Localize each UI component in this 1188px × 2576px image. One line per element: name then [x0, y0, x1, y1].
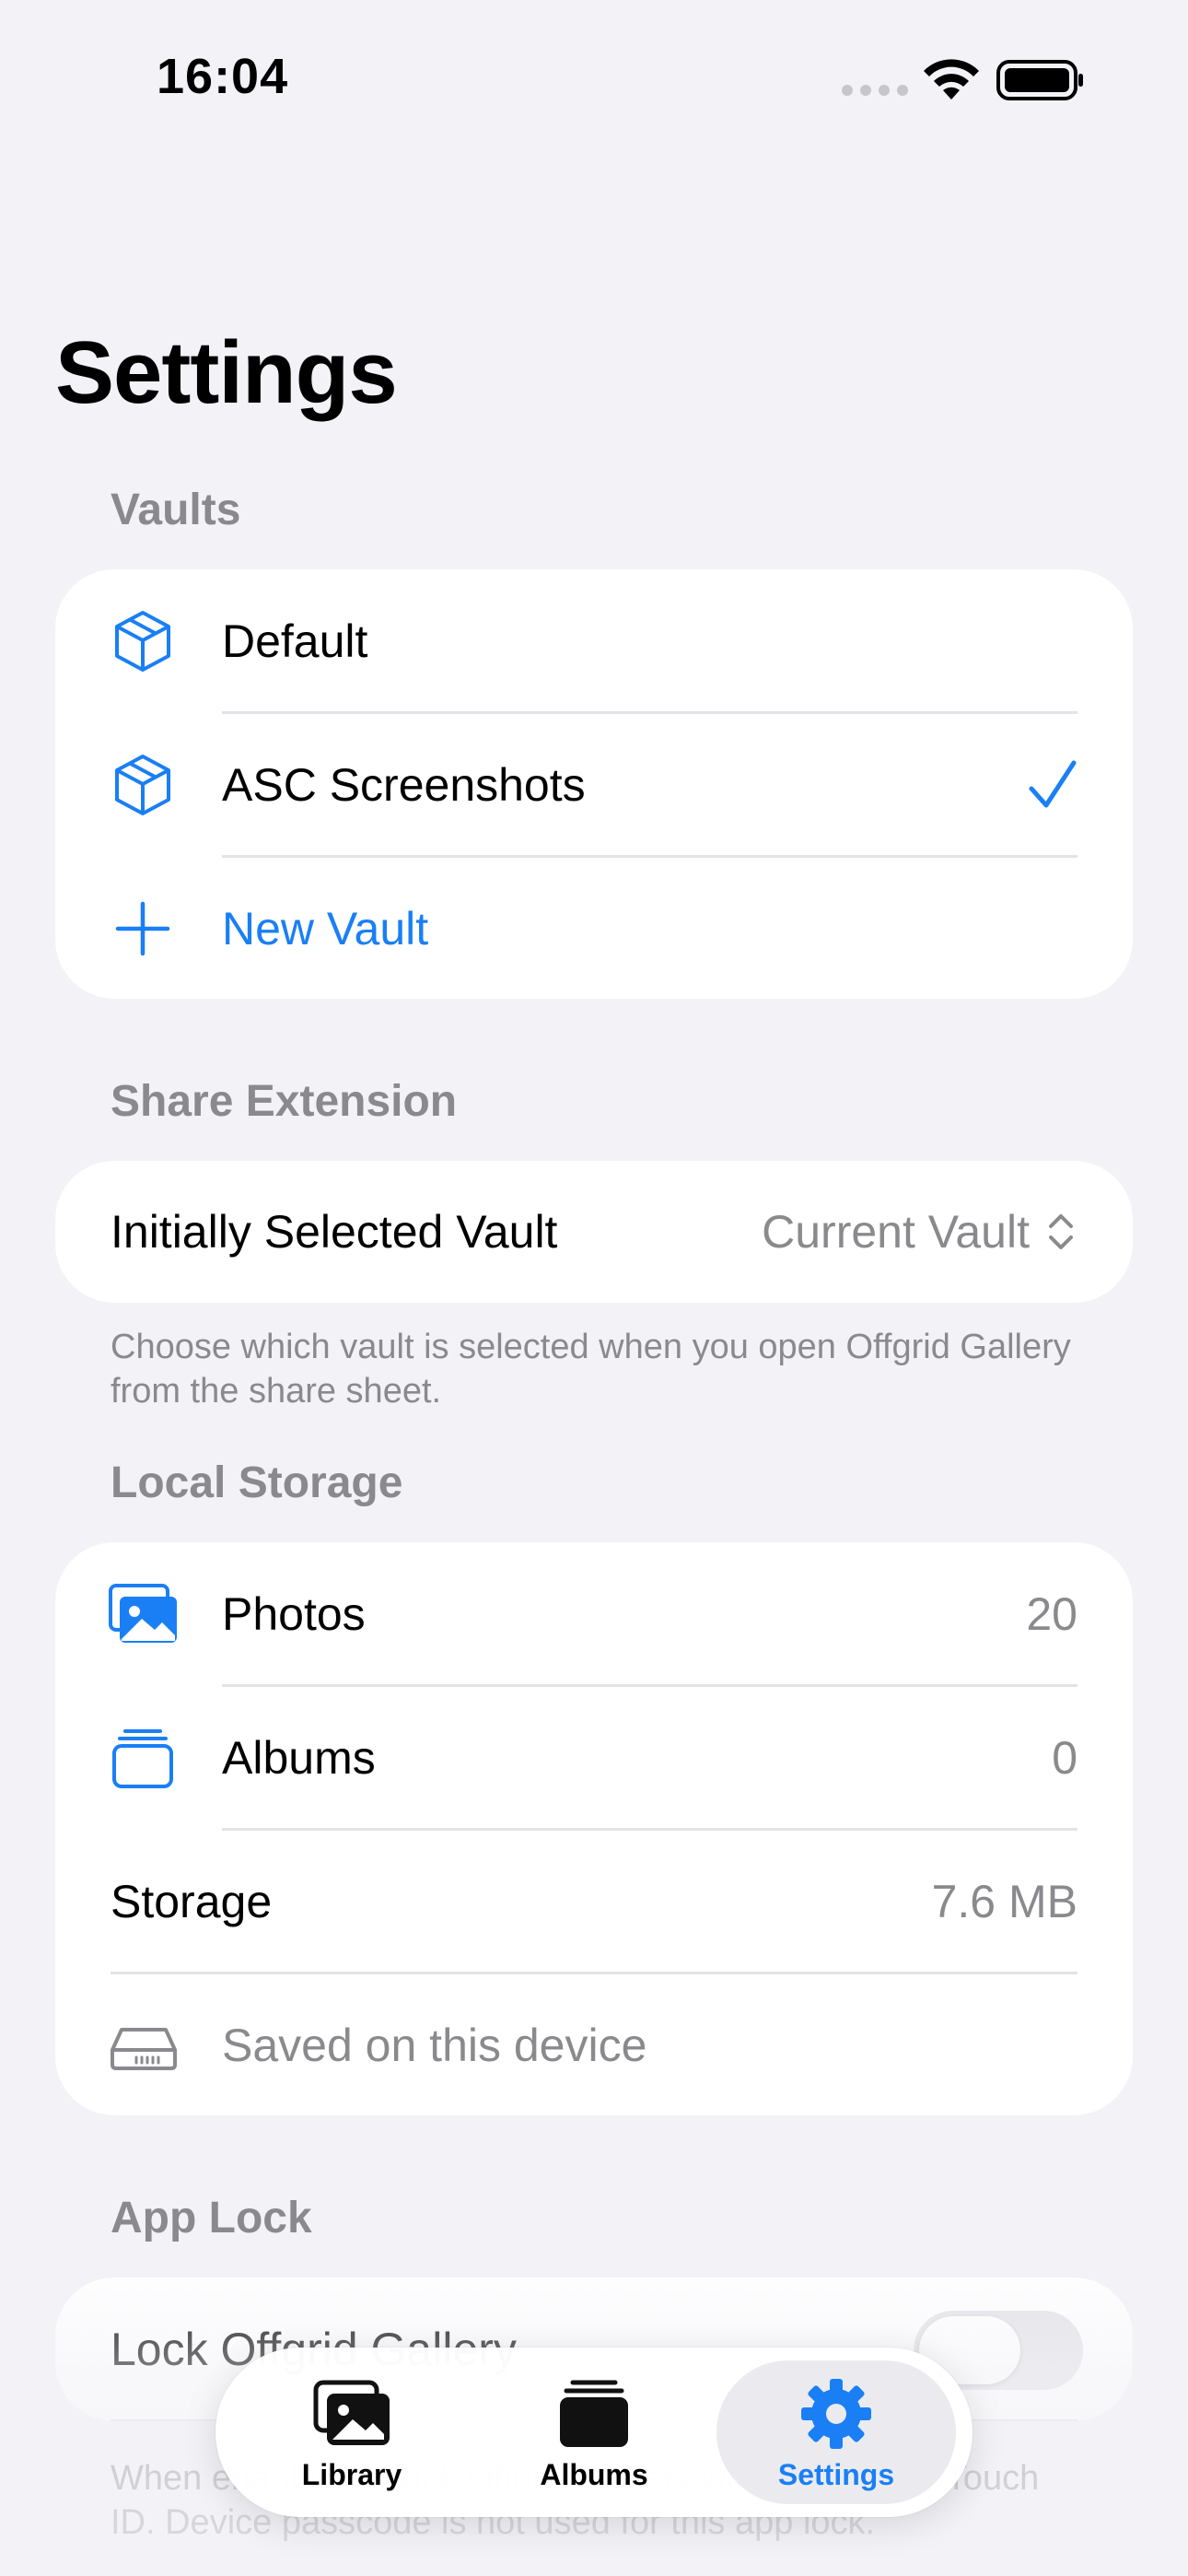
local-storage-card: Photos 20 Albums 0 Storage 7.6 MB Saved … [55, 1542, 1133, 2115]
vault-label: ASC Screenshots [222, 759, 586, 811]
share-extension-footnote: Choose which vault is selected when you … [111, 1328, 1071, 1411]
initially-selected-vault-value: Current Vault [762, 1206, 1030, 1258]
vault-label: Default [222, 615, 368, 667]
photo-library-icon [313, 2380, 390, 2445]
albums-label: Albums [222, 1732, 376, 1784]
photos-row: Photos 20 [55, 1542, 1133, 1686]
tab-settings-label: Settings [777, 2458, 895, 2491]
storage-label: Storage [111, 1876, 273, 1927]
vaults-card: Default ASC Screenshots New Vault [55, 569, 1133, 999]
initially-selected-vault-label: Initially Selected Vault [111, 1206, 558, 1258]
vaults-section-header: Vaults [111, 486, 241, 534]
vault-row-default[interactable]: Default [55, 569, 1133, 713]
new-vault-button[interactable]: New Vault [55, 857, 1133, 999]
albums-stack-icon [112, 1729, 173, 1788]
internal-drive-icon [111, 2028, 177, 2070]
chevron-up-down-icon [1049, 1214, 1073, 1249]
storage-location-label: Saved on this device [222, 2020, 647, 2071]
checkmark-icon [1029, 760, 1077, 808]
status-time: 16:04 [157, 49, 289, 104]
tab-albums-label: Albums [540, 2458, 648, 2491]
cube-icon [115, 611, 170, 672]
page-title: Settings [55, 323, 398, 422]
cube-icon [115, 755, 170, 815]
tab-settings[interactable]: Settings [716, 2360, 956, 2504]
vault-row-asc-screenshots[interactable]: ASC Screenshots [55, 713, 1133, 857]
share-extension-section-header: Share Extension [111, 1077, 458, 1126]
albums-stack-icon [560, 2380, 628, 2447]
storage-value: 7.6 MB [931, 1876, 1077, 1927]
battery-icon [996, 60, 1083, 100]
photos-icon [109, 1584, 177, 1643]
tab-bar: Library Albums Settings [215, 2348, 973, 2517]
share-extension-card: Initially Selected Vault Current Vault [55, 1161, 1133, 1303]
tab-library-label: Library [301, 2458, 402, 2491]
cellular-signal-icon [842, 85, 908, 96]
albums-count: 0 [1052, 1732, 1077, 1784]
local-storage-section-header: Local Storage [111, 1458, 403, 1507]
new-vault-label: New Vault [222, 903, 429, 954]
tab-albums[interactable]: Albums [474, 2360, 714, 2504]
storage-row: Storage 7.6 MB [55, 1830, 1133, 1973]
albums-row: Albums 0 [55, 1686, 1133, 1830]
plus-icon [115, 901, 170, 956]
initially-selected-vault-picker[interactable]: Initially Selected Vault Current Vault [55, 1161, 1133, 1303]
photos-count: 20 [1026, 1588, 1077, 1640]
tab-library[interactable]: Library [232, 2360, 472, 2504]
app-lock-section-header: App Lock [111, 2194, 312, 2242]
status-bar: 16:04 [0, 0, 1188, 157]
storage-location-row: Saved on this device [55, 1973, 1133, 2115]
photos-label: Photos [222, 1588, 366, 1640]
gear-icon [801, 2379, 871, 2449]
wifi-icon [924, 59, 979, 100]
